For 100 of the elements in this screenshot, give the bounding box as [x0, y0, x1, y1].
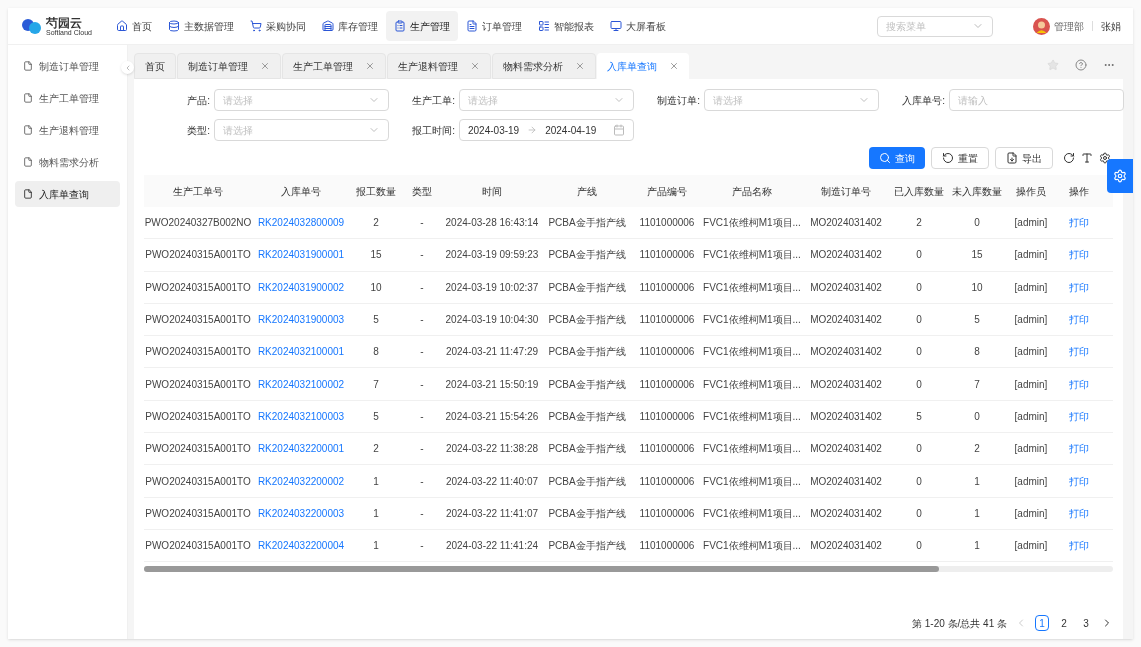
table-cell-text: 2024-03-28 16:43:14	[444, 216, 540, 231]
table-link[interactable]: RK2024032100001	[252, 344, 350, 360]
page-tab[interactable]: 生产工单管理	[282, 53, 386, 79]
table-cell-text: 0	[973, 409, 981, 424]
table-cell-text: 1101000006	[638, 280, 696, 295]
table-link[interactable]: 打印	[1056, 376, 1102, 392]
table-link[interactable]: 打印	[1056, 505, 1102, 521]
page-button[interactable]: 3	[1079, 615, 1093, 631]
table-cell-text: 2024-03-19 10:04:30	[444, 313, 540, 328]
table-link[interactable]: 打印	[1056, 279, 1102, 295]
nav-item[interactable]: 订单管理	[457, 11, 530, 41]
column-header: 操作员	[1015, 184, 1047, 199]
table-cell-text: 1	[372, 539, 380, 554]
table-cell-text: PWO20240315A001TO	[144, 345, 252, 360]
page-tab[interactable]: 首页	[134, 53, 176, 79]
page-button[interactable]: 1	[1035, 615, 1049, 631]
user-department: 管理部	[1054, 19, 1084, 34]
nav-item[interactable]: 库存管理	[313, 11, 386, 41]
table-cell-text: [admin]	[1013, 216, 1049, 231]
table-link[interactable]: 打印	[1056, 408, 1102, 424]
table-cell-text: -	[419, 345, 425, 360]
table-cell-text: 2024-03-21 15:54:26	[444, 409, 540, 424]
sidebar-item[interactable]: 生产退料管理	[15, 117, 120, 143]
table-cell-text: 5	[372, 409, 380, 424]
table-cell-text: -	[419, 313, 425, 328]
table-cell-text: 2024-03-22 11:41:07	[444, 506, 540, 521]
table-link[interactable]: RK2024031900003	[252, 312, 350, 328]
table-cell-text: 1101000006	[638, 345, 696, 360]
table-link[interactable]: RK2024032200002	[252, 473, 350, 489]
table-link[interactable]: RK2024032800009	[252, 215, 350, 231]
table-cell-text: 2024-03-21 11:47:29	[444, 345, 540, 360]
table-link[interactable]: RK2024031900002	[252, 279, 350, 295]
table-cell-text: PWO20240315A001TO	[144, 313, 252, 328]
table-cell-text: 1101000006	[638, 377, 696, 392]
table-link[interactable]: 打印	[1056, 538, 1102, 554]
table-link[interactable]: RK2024032100003	[252, 408, 350, 424]
page-tab[interactable]: 生产退料管理	[387, 53, 491, 79]
table-cell-text: FVC1依维柯M1项目...	[702, 280, 802, 295]
table-link[interactable]: RK2024032200003	[252, 505, 350, 521]
table-cell-text: 5	[973, 313, 981, 328]
table-link[interactable]: 打印	[1056, 247, 1102, 263]
table-cell-text: 0	[915, 313, 923, 328]
table-cell-text: PCBA金手指产线	[547, 248, 627, 263]
table-link[interactable]: 打印	[1056, 441, 1102, 457]
table-cell-text: [admin]	[1013, 409, 1049, 424]
table-cell-text: PCBA金手指产线	[547, 280, 627, 295]
table-link[interactable]: 打印	[1056, 344, 1102, 360]
table-cell-text: 2	[372, 442, 380, 457]
table-cell-text: 10	[369, 280, 383, 295]
table-cell-text: PCBA金手指产线	[547, 377, 627, 392]
table-link[interactable]: RK2024032100002	[252, 376, 350, 392]
table-cell-text: FVC1依维柯M1项目...	[702, 345, 802, 360]
reset-button[interactable]: 重置	[931, 147, 989, 169]
sidebar-item[interactable]: 物料需求分析	[15, 149, 120, 175]
table-link[interactable]: RK2024031900001	[252, 247, 350, 263]
page-tab[interactable]: 物料需求分析	[492, 53, 596, 79]
table-cell-text: MO2024031402	[809, 506, 883, 521]
nav-item[interactable]: 智能报表	[529, 11, 602, 41]
filter-label: 类型:	[186, 123, 211, 138]
table-cell-text: 0	[915, 539, 923, 554]
nav-item[interactable]: 首页	[107, 11, 160, 41]
nav-item[interactable]: 生产管理	[385, 11, 458, 41]
table-cell-text: FVC1依维柯M1项目...	[702, 248, 802, 263]
table-cell-text: PWO20240315A001TO	[144, 442, 252, 457]
table-cell-text: PCBA金手指产线	[547, 313, 627, 328]
nav-item[interactable]: 采购协同	[241, 11, 314, 41]
table-link[interactable]: 打印	[1056, 312, 1102, 328]
table-cell-text: 8	[973, 345, 981, 360]
table-cell-text: FVC1依维柯M1项目...	[702, 539, 802, 554]
table-cell-text: 2	[915, 216, 923, 231]
table-cell-text: MO2024031402	[809, 409, 883, 424]
column-header: 产线	[576, 184, 598, 199]
table-cell-text: MO2024031402	[809, 474, 883, 489]
table-cell-text: 8	[372, 345, 380, 360]
table-cell-text: FVC1依维柯M1项目...	[702, 506, 802, 521]
table-link[interactable]: 打印	[1056, 473, 1102, 489]
filter-label: 报工时间:	[411, 123, 456, 138]
search-button[interactable]: 查询	[869, 147, 925, 169]
sidebar-item[interactable]: 生产工单管理	[15, 85, 120, 111]
date-range-field[interactable]: 2024-03-19 2024-04-19	[459, 119, 634, 141]
table-link[interactable]: RK2024032200001	[252, 441, 350, 457]
nav-item[interactable]: 主数据管理	[159, 11, 242, 41]
page-button[interactable]: 2	[1057, 615, 1071, 631]
export-button[interactable]: 导出	[995, 147, 1053, 169]
table-link[interactable]: RK2024032200004	[252, 538, 350, 554]
page-tab[interactable]: 制造订单管理	[177, 53, 281, 79]
table-cell-text: PCBA金手指产线	[547, 506, 627, 521]
page-tab[interactable]: 入库单查询	[597, 53, 689, 79]
sidebar-item[interactable]: 制造订单管理	[15, 53, 120, 79]
sidebar-item[interactable]: 入库单查询	[15, 181, 120, 207]
table-cell-text: [admin]	[1013, 506, 1049, 521]
table-cell-text: 1101000006	[638, 248, 696, 263]
nav-item[interactable]: 大屏看板	[601, 11, 674, 41]
table-cell-text: 2	[973, 442, 981, 457]
table-cell-text: PWO20240315A001TO	[144, 248, 252, 263]
table-cell-text: FVC1依维柯M1项目...	[702, 409, 802, 424]
column-header: 产品名称	[731, 184, 773, 199]
table-cell-text: 0	[915, 506, 923, 521]
table-link[interactable]: 打印	[1056, 215, 1102, 231]
table-cell-text: 1	[372, 506, 380, 521]
